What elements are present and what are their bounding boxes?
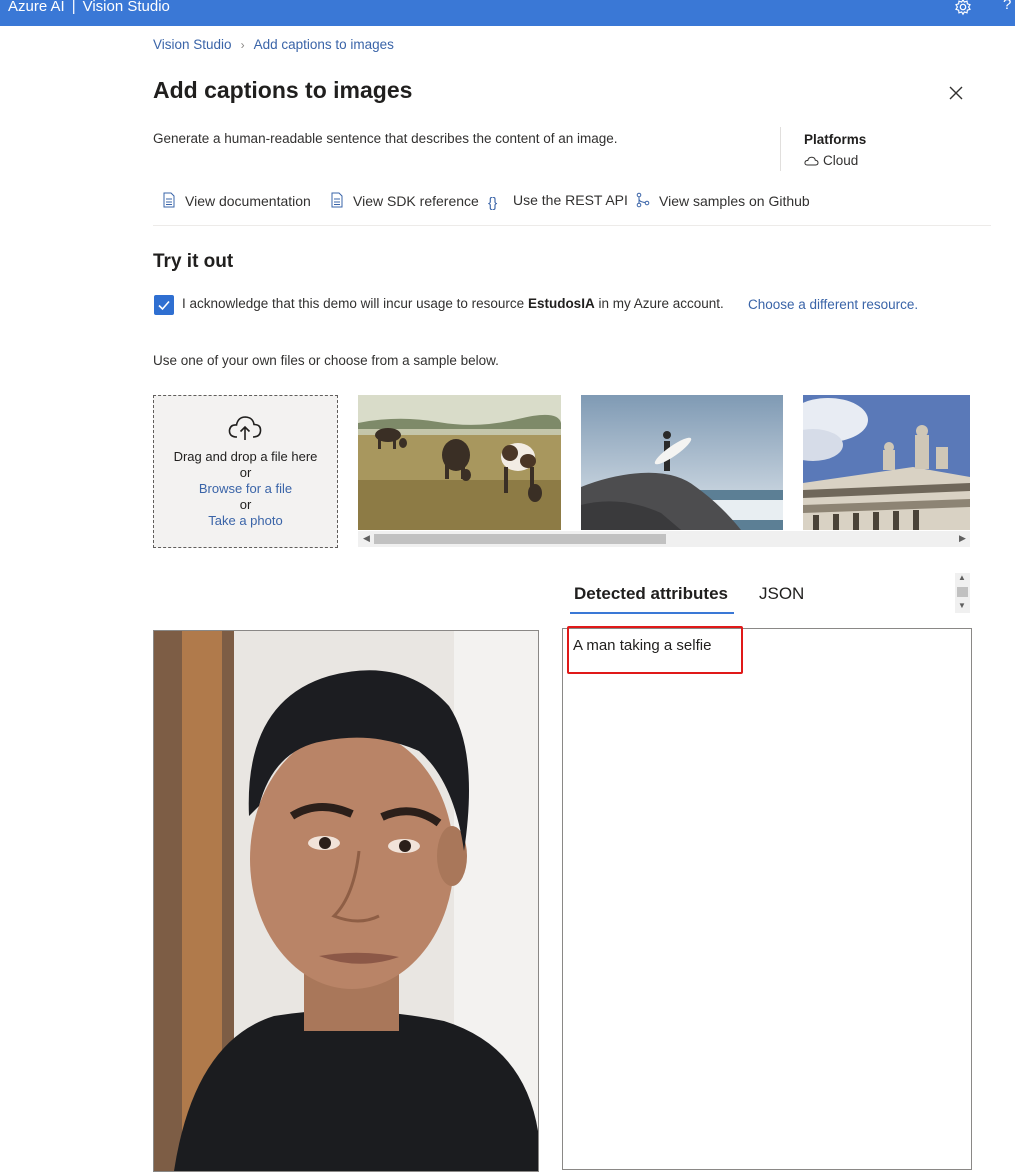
scroll-left-arrow-icon[interactable]: ◀: [363, 533, 370, 544]
help-icon[interactable]: ?: [1003, 0, 1011, 13]
breadcrumb: Vision Studio › Add captions to images: [153, 37, 394, 52]
platform-cloud: Cloud: [804, 153, 858, 168]
samples-scrollbar[interactable]: ◀ ▶: [358, 531, 970, 547]
chevron-right-icon: ›: [240, 38, 245, 52]
drag-drop-text: Drag and drop a file here: [173, 449, 318, 464]
document-icon: [163, 192, 175, 208]
results-panel: [562, 628, 972, 1170]
page-description: Generate a human-readable sentence that …: [153, 131, 618, 146]
file-dropzone[interactable]: Drag and drop a file here or Browse for …: [153, 395, 338, 548]
or-text: or: [239, 497, 252, 512]
view-documentation-link[interactable]: View documentation: [160, 192, 311, 209]
github-samples-link[interactable]: View samples on Github: [634, 192, 810, 209]
rest-api-link[interactable]: {} Use the REST API: [488, 192, 628, 210]
try-it-out-heading: Try it out: [153, 251, 234, 272]
app-brand[interactable]: Azure AI | Vision Studio: [8, 0, 170, 15]
caption-highlight-box: [567, 626, 743, 674]
close-icon[interactable]: [946, 83, 966, 103]
cloud-upload-icon: [228, 416, 262, 440]
take-photo-link[interactable]: Take a photo: [154, 513, 337, 528]
sample-image-surfer[interactable]: [581, 395, 783, 530]
sample-images: [358, 395, 970, 548]
or-text: or: [239, 465, 252, 480]
divider: [153, 225, 991, 226]
scroll-thumb[interactable]: [374, 534, 666, 544]
scroll-right-arrow-icon[interactable]: ▶: [959, 533, 966, 544]
tab-json[interactable]: JSON: [759, 584, 804, 604]
platforms-heading: Platforms: [804, 132, 867, 147]
acknowledge-text: I acknowledge that this demo will incur …: [182, 296, 724, 311]
choose-resource-link[interactable]: Choose a different resource.: [748, 297, 918, 312]
page-title: Add captions to images: [153, 77, 413, 103]
breadcrumb-root[interactable]: Vision Studio: [153, 37, 232, 52]
braces-icon: {}: [488, 194, 498, 210]
document-icon: [331, 192, 343, 208]
scroll-up-arrow-icon[interactable]: ▲: [958, 573, 966, 582]
sample-image-cows[interactable]: [358, 395, 561, 530]
cloud-icon: [804, 156, 819, 166]
use-files-instructions: Use one of your own files or choose from…: [153, 353, 499, 368]
view-sdk-reference-link[interactable]: View SDK reference: [328, 192, 479, 209]
uploaded-photo: [153, 630, 539, 1172]
tabs-scrollbar[interactable]: ▲ ▼: [955, 573, 970, 613]
browse-file-link[interactable]: Browse for a file: [154, 481, 337, 496]
tab-detected-attributes[interactable]: Detected attributes: [574, 584, 728, 604]
divider: [780, 127, 781, 171]
checkmark-icon: [158, 300, 170, 311]
gear-icon[interactable]: [954, 0, 972, 16]
sample-image-building[interactable]: [803, 395, 970, 530]
active-tab-indicator: [570, 612, 734, 614]
breadcrumb-current[interactable]: Add captions to images: [254, 37, 394, 52]
scroll-down-arrow-icon[interactable]: ▼: [958, 601, 966, 610]
acknowledge-checkbox[interactable]: [154, 295, 174, 315]
top-bar: Azure AI | Vision Studio ?: [0, 0, 1015, 26]
branch-icon: [636, 192, 650, 208]
scroll-thumb[interactable]: [957, 587, 968, 597]
